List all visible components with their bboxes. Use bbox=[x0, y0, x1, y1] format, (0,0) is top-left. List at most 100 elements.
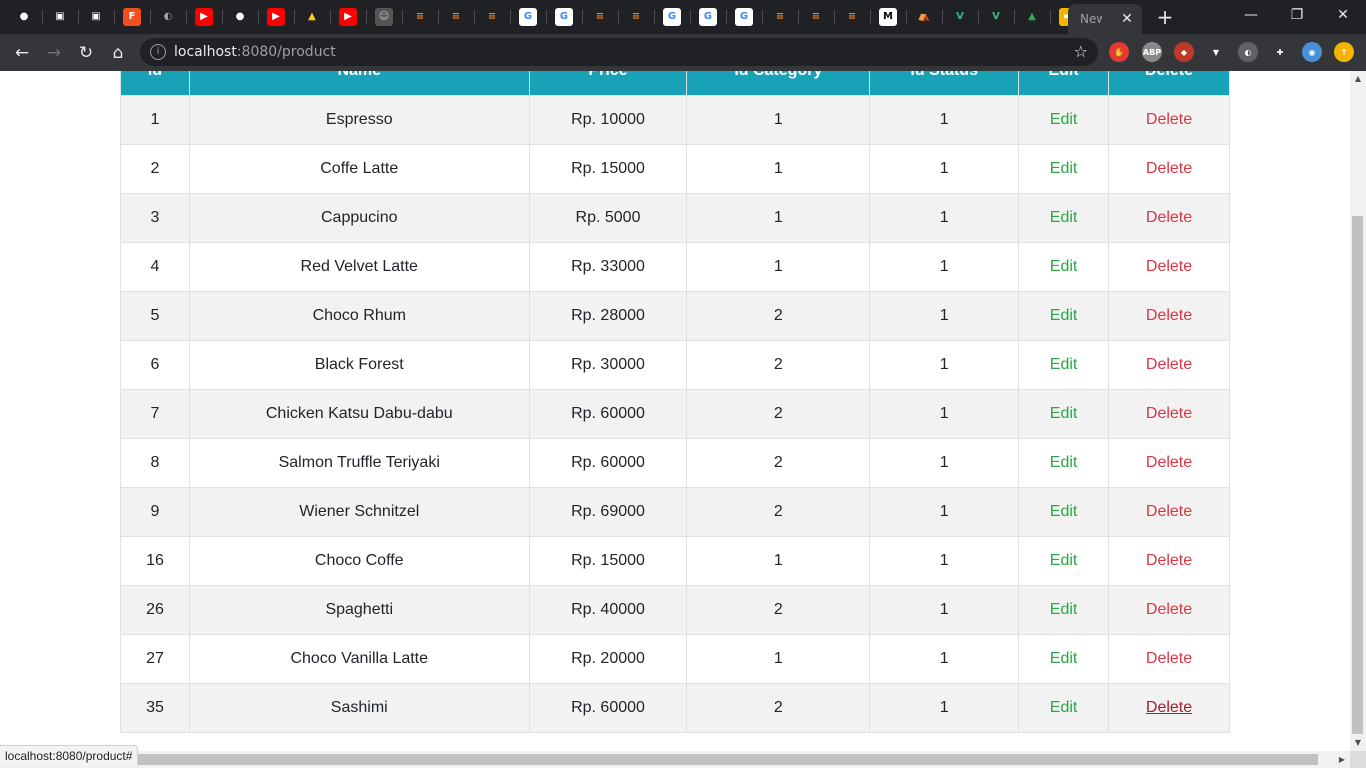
url-text[interactable]: localhost:8080/product bbox=[174, 44, 336, 60]
monitor-icon[interactable]: ▣ bbox=[87, 8, 105, 26]
vue-devtools-icon[interactable]: ▼ bbox=[1206, 42, 1226, 62]
medium-icon[interactable]: M bbox=[879, 8, 897, 26]
stackoverflow-icon[interactable]: ≡ bbox=[771, 8, 789, 26]
delete-link[interactable]: Delete bbox=[1146, 650, 1192, 667]
tab-separator bbox=[258, 10, 259, 24]
edit-link[interactable]: Edit bbox=[1050, 503, 1078, 520]
tab-separator bbox=[546, 10, 547, 24]
youtube-icon[interactable]: ▶ bbox=[267, 8, 285, 26]
table-row: 7 Chicken Katsu Dabu-dabu Rp. 60000 2 1 Edit D… bbox=[120, 389, 1230, 439]
delete-link[interactable]: Delete bbox=[1146, 405, 1192, 422]
google-icon[interactable]: G bbox=[663, 8, 681, 26]
stackoverflow-icon[interactable]: ≡ bbox=[483, 8, 501, 26]
delete-link[interactable]: Delete bbox=[1146, 307, 1192, 324]
delete-link[interactable]: Delete bbox=[1146, 601, 1192, 618]
ext-red-icon[interactable]: ◆ bbox=[1174, 42, 1194, 62]
tab-separator bbox=[690, 10, 691, 24]
address-bar[interactable]: i localhost:8080/product ☆ bbox=[140, 38, 1098, 66]
scroll-right-arrow-icon[interactable]: ▶ bbox=[1334, 751, 1350, 768]
delete-link[interactable]: Delete bbox=[1146, 699, 1192, 716]
stackoverflow-icon[interactable]: ≡ bbox=[843, 8, 861, 26]
delete-link[interactable]: Delete bbox=[1146, 209, 1192, 226]
edit-link[interactable]: Edit bbox=[1050, 552, 1078, 569]
tab-favicon-glyph: ● bbox=[19, 11, 29, 22]
edit-link[interactable]: Edit bbox=[1050, 307, 1078, 324]
edit-link[interactable]: Edit bbox=[1050, 356, 1078, 373]
cell-id: 26 bbox=[120, 585, 190, 635]
horizontal-scroll-thumb[interactable] bbox=[16, 754, 1318, 765]
cell-id-category: 1 bbox=[686, 193, 871, 243]
firebase-icon[interactable]: ▲ bbox=[303, 8, 321, 26]
delete-link[interactable]: Delete bbox=[1146, 503, 1192, 520]
vue-icon[interactable]: V bbox=[987, 8, 1005, 26]
vue-icon[interactable]: V bbox=[951, 8, 969, 26]
close-tab-icon[interactable]: ✕ bbox=[1118, 10, 1136, 28]
edit-link[interactable]: Edit bbox=[1050, 699, 1078, 716]
google-icon[interactable]: G bbox=[735, 8, 753, 26]
delete-link[interactable]: Delete bbox=[1146, 454, 1192, 471]
bookmark-star-icon[interactable]: ☆ bbox=[1074, 42, 1088, 61]
horizontal-scrollbar[interactable]: ◀ ▶ bbox=[0, 751, 1350, 768]
close-window-button[interactable]: ✕ bbox=[1320, 0, 1366, 30]
reload-button[interactable]: ↻ bbox=[73, 40, 99, 66]
back-button[interactable]: ← bbox=[9, 40, 35, 66]
avatar-icon[interactable]: ☺ bbox=[375, 8, 393, 26]
delete-link[interactable]: Delete bbox=[1146, 552, 1192, 569]
edit-link[interactable]: Edit bbox=[1050, 209, 1078, 226]
google-icon[interactable]: G bbox=[699, 8, 717, 26]
puzzle-icon[interactable]: ✚ bbox=[1270, 42, 1290, 62]
edit-link[interactable]: Edit bbox=[1050, 601, 1078, 618]
youtube-icon[interactable]: ▶ bbox=[339, 8, 357, 26]
profile-avatar-icon[interactable]: ◉ bbox=[1302, 42, 1322, 62]
edit-link[interactable]: Edit bbox=[1050, 258, 1078, 275]
home-button[interactable]: ⌂ bbox=[105, 40, 131, 66]
edit-link[interactable]: Edit bbox=[1050, 650, 1078, 667]
product-table: Id Name Price Id Category Id Status Edit… bbox=[120, 71, 1230, 733]
google-icon[interactable]: G bbox=[519, 8, 537, 26]
youtube-icon[interactable]: ▶ bbox=[195, 8, 213, 26]
stackoverflow-icon[interactable]: ≡ bbox=[627, 8, 645, 26]
delete-link[interactable]: Delete bbox=[1146, 258, 1192, 275]
forward-button[interactable]: → bbox=[41, 40, 67, 66]
google-icon[interactable]: G bbox=[555, 8, 573, 26]
google-drive-icon[interactable]: ▲ bbox=[1023, 8, 1041, 26]
scroll-down-arrow-icon[interactable]: ▼ bbox=[1350, 735, 1366, 751]
delete-link[interactable]: Delete bbox=[1146, 160, 1192, 177]
stackoverflow-icon[interactable]: ≡ bbox=[411, 8, 429, 26]
edit-link[interactable]: Edit bbox=[1050, 111, 1078, 128]
new-tab-button[interactable]: + bbox=[1154, 6, 1176, 28]
tab-favicon-glyph: ≡ bbox=[487, 11, 497, 22]
site-info-icon[interactable]: i bbox=[150, 44, 166, 60]
cell-id: 16 bbox=[120, 536, 190, 586]
scroll-up-arrow-icon[interactable]: ▲ bbox=[1350, 71, 1366, 87]
globe-icon[interactable]: ◐ bbox=[159, 8, 177, 26]
edit-link[interactable]: Edit bbox=[1050, 160, 1078, 177]
monitor-icon[interactable]: ▣ bbox=[51, 8, 69, 26]
vertical-scrollbar[interactable]: ▲ ▼ bbox=[1350, 71, 1366, 751]
github-icon[interactable]: ● bbox=[231, 8, 249, 26]
adblock-icon[interactable]: ✋ bbox=[1109, 42, 1129, 62]
restore-button[interactable]: ❐ bbox=[1274, 0, 1320, 30]
minimize-button[interactable]: — bbox=[1228, 0, 1274, 30]
stackoverflow-icon[interactable]: ≡ bbox=[807, 8, 825, 26]
delete-link[interactable]: Delete bbox=[1146, 356, 1192, 373]
ext-badge-icon[interactable]: ◐ bbox=[1238, 42, 1258, 62]
abp-icon[interactable]: ABP bbox=[1142, 42, 1162, 62]
github-icon[interactable]: ● bbox=[15, 8, 33, 26]
delete-link[interactable]: Delete bbox=[1146, 111, 1192, 128]
stackoverflow-icon[interactable]: ≡ bbox=[591, 8, 609, 26]
table-row: 4 Red Velvet Latte Rp. 33000 1 1 Edit Delete bbox=[120, 242, 1230, 292]
update-icon[interactable]: ↑ bbox=[1334, 42, 1354, 62]
cell-name: Choco Vanilla Latte bbox=[188, 634, 530, 684]
tent-icon[interactable]: ⛺ bbox=[915, 8, 933, 26]
cell-id: 4 bbox=[120, 242, 190, 292]
stackoverflow-icon[interactable]: ≡ bbox=[447, 8, 465, 26]
cell-id-category: 1 bbox=[686, 536, 871, 586]
figma-icon[interactable]: F bbox=[123, 8, 141, 26]
edit-link[interactable]: Edit bbox=[1050, 405, 1078, 422]
vertical-scroll-thumb[interactable] bbox=[1352, 216, 1363, 734]
cell-name: Black Forest bbox=[188, 340, 530, 390]
tab-new-tab[interactable]: New Tab ✕ bbox=[1068, 4, 1142, 34]
cell-id-category: 1 bbox=[686, 242, 871, 292]
edit-link[interactable]: Edit bbox=[1050, 454, 1078, 471]
